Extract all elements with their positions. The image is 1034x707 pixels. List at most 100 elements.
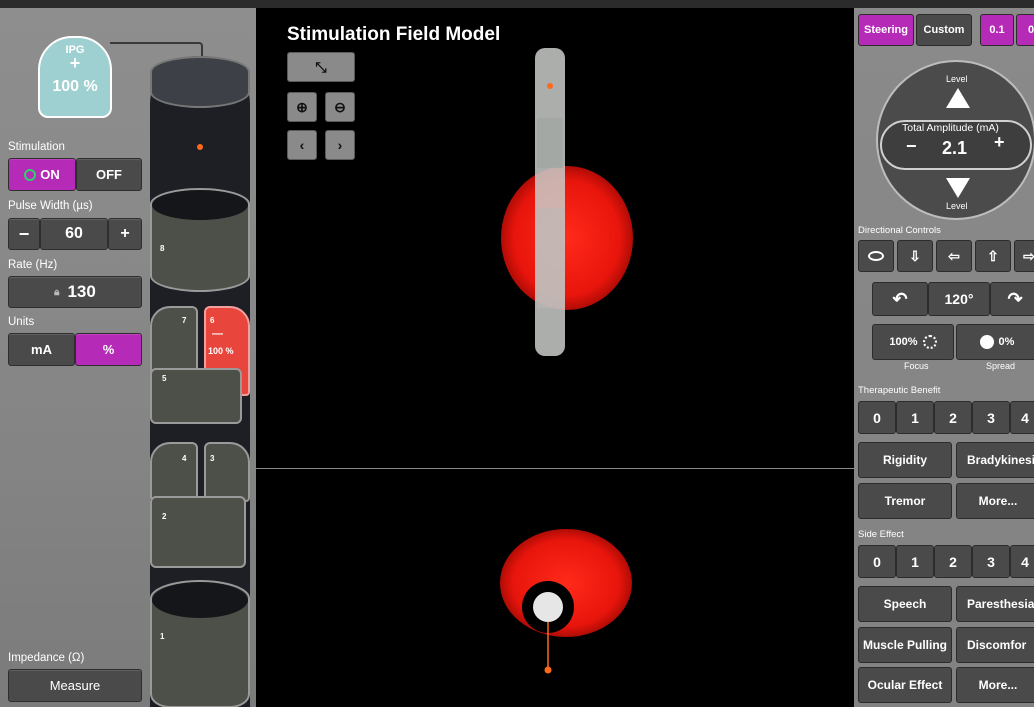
contact-6-label: 6	[210, 316, 215, 325]
contact-6-value: 100 %	[208, 346, 234, 356]
stim-off-button[interactable]: OFF	[76, 158, 142, 191]
tb-tremor-button[interactable]: Tremor	[858, 483, 952, 519]
units-label: Units	[8, 316, 35, 328]
se-score-3[interactable]: 3	[972, 545, 1010, 578]
contact-1-label: 1	[160, 632, 165, 641]
contact-8-label: 8	[160, 244, 165, 253]
contact-7[interactable]	[150, 306, 198, 376]
se-speech-button[interactable]: Speech	[858, 586, 952, 622]
spread-button[interactable]: 0%	[956, 324, 1034, 360]
ipg-value: 100 %	[52, 78, 98, 95]
level-up-label: Level	[946, 74, 968, 84]
focus-value: 100%	[889, 336, 918, 348]
contact-4[interactable]	[150, 442, 198, 502]
stim-off-label: OFF	[96, 167, 122, 182]
amplitude-minus-button[interactable]: −	[906, 136, 917, 157]
contact-row-765: 7 6 — 100 % 5	[150, 306, 250, 426]
ipg-button[interactable]: IPG + 100 %	[38, 36, 112, 118]
focus-icon	[922, 335, 937, 349]
se-muscle-pulling-button[interactable]: Muscle Pulling	[858, 627, 952, 663]
se-score-4[interactable]: 4	[1010, 545, 1034, 578]
lead-shaft	[535, 48, 565, 356]
rotate-ccw-button[interactable]: ↶	[872, 282, 928, 316]
contact-1-cap	[152, 582, 248, 618]
spread-icon	[979, 335, 994, 349]
direction-down-button[interactable]: ⇩	[897, 240, 933, 272]
ipg-plus-icon: +	[69, 53, 81, 73]
step-0-1-button[interactable]: 0.1	[980, 14, 1014, 46]
ring-icon	[868, 251, 884, 261]
unit-ma-button[interactable]: mA	[8, 333, 75, 366]
contact-6-minus-icon: —	[212, 328, 223, 340]
arrow-down-icon: ⇩	[909, 247, 921, 264]
side-view	[501, 48, 633, 356]
focus-button[interactable]: 100%	[872, 324, 954, 360]
se-score-1[interactable]: 1	[896, 545, 934, 578]
rate-field: 🔒︎ 130	[8, 276, 142, 308]
rotate-cw-button[interactable]: ↷	[990, 282, 1034, 316]
se-discomfort-button[interactable]: Discomfor	[956, 627, 1034, 663]
se-paresthesia-button[interactable]: Paresthesia	[956, 586, 1034, 622]
direction-right-button[interactable]: ⇨	[1014, 240, 1034, 272]
stim-on-button[interactable]: ON	[8, 158, 76, 191]
spread-value: 0%	[998, 336, 1015, 348]
tb-score-1[interactable]: 1	[896, 401, 934, 434]
rotate-ccw-icon: ↶	[892, 288, 908, 309]
pulse-width-value: 60	[40, 218, 108, 250]
se-score-0[interactable]: 0	[858, 545, 896, 578]
side-effect-label: Side Effect	[858, 529, 904, 540]
focus-label: Focus	[904, 361, 929, 371]
tb-rigidity-button[interactable]: Rigidity	[858, 442, 952, 478]
amplitude-plus-button[interactable]: +	[994, 132, 1005, 153]
unit-percent-button[interactable]: %	[75, 333, 142, 366]
lead-tip	[150, 56, 250, 108]
contact-2-label: 2	[162, 512, 167, 521]
stimulation-label: Stimulation	[8, 141, 65, 153]
contact-2[interactable]	[150, 496, 246, 568]
se-ocular-effect-button[interactable]: Ocular Effect	[858, 667, 952, 703]
tb-more-button[interactable]: More...	[956, 483, 1034, 519]
tb-score-2[interactable]: 2	[934, 401, 972, 434]
contact-3[interactable]	[204, 442, 250, 502]
tb-score-3[interactable]: 3	[972, 401, 1010, 434]
tb-score-0[interactable]: 0	[858, 401, 896, 434]
directional-controls-label: Directional Controls	[858, 225, 941, 236]
spread-label: Spread	[986, 361, 1016, 371]
arrow-up-icon: ⇧	[987, 247, 999, 264]
pulse-width-minus-button[interactable]: −	[8, 218, 40, 250]
rotate-cw-icon: ↷	[1007, 288, 1023, 309]
rate-label: Rate (Hz)	[8, 259, 58, 271]
direction-ring-button[interactable]	[858, 240, 894, 272]
measure-button[interactable]: Measure	[8, 669, 142, 702]
arrow-right-icon: ⇨	[1023, 247, 1034, 264]
tb-bradykinesia-button[interactable]: Bradykinesi	[956, 442, 1034, 478]
contact-7-label: 7	[182, 316, 187, 325]
lead-model: 8 7 6 — 100 % 5 4 3 2 1	[150, 56, 250, 707]
axial-view	[500, 529, 632, 674]
lead-cross-section	[533, 592, 563, 622]
pulse-width-plus-button[interactable]: +	[108, 218, 142, 250]
lead-tip-marker-icon	[197, 144, 203, 150]
stimulation-field-viewport[interactable]: Stimulation Field Model ⤡ ⊕ ⊖ ‹ ›	[256, 8, 854, 707]
se-score-2[interactable]: 2	[934, 545, 972, 578]
se-more-button[interactable]: More...	[956, 667, 1034, 703]
level-down-button[interactable]	[946, 178, 970, 198]
tab-custom[interactable]: Custom	[916, 14, 972, 46]
direction-up-button[interactable]: ⇧	[975, 240, 1011, 272]
app-screen: IPG + 100 % Stimulation ON OFF Pulse Wid…	[0, 0, 1034, 707]
tab-steering[interactable]: Steering	[858, 14, 914, 46]
contact-4-label: 4	[182, 454, 187, 463]
contact-8-cap	[152, 190, 248, 220]
on-indicator-icon	[24, 168, 37, 181]
step-other-button[interactable]: 0	[1016, 14, 1034, 46]
level-up-button[interactable]	[946, 88, 970, 108]
orientation-marker	[544, 666, 552, 674]
lead-band	[537, 118, 563, 168]
contact-8[interactable]: 8	[150, 188, 250, 292]
stim-on-label: ON	[40, 167, 60, 182]
contact-1[interactable]: 1	[150, 580, 250, 707]
direction-left-button[interactable]: ⇦	[936, 240, 972, 272]
angle-value: 120°	[928, 282, 990, 316]
tb-score-4[interactable]: 4	[1010, 401, 1034, 434]
contact-3-label: 3	[210, 454, 215, 463]
